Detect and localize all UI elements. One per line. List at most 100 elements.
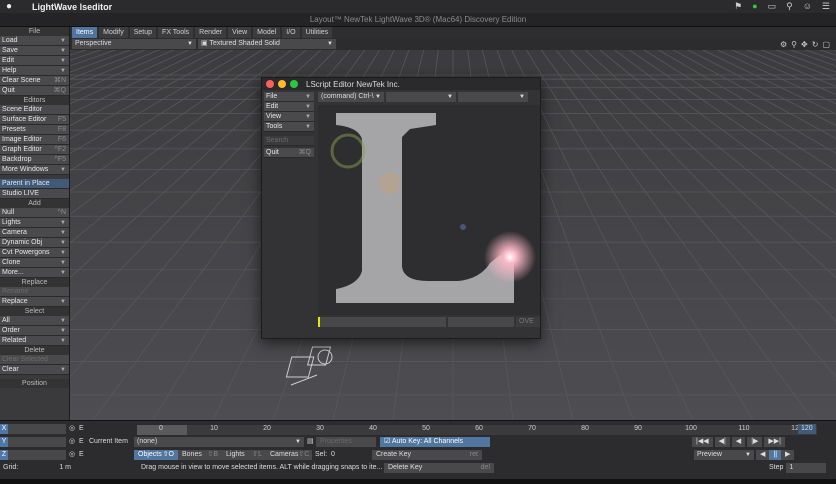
x-envelope-button[interactable]: E [76, 424, 86, 434]
clear-scene-button[interactable]: Clear Scene ⌘N [0, 76, 69, 86]
z-position-field[interactable] [8, 449, 66, 460]
add-button[interactable]: Null ^N [0, 208, 69, 218]
tab-io[interactable]: I/O [282, 27, 300, 38]
window-icon[interactable]: ▭ [768, 1, 777, 12]
lscript-menu-item[interactable]: Edit ▼ [264, 102, 314, 112]
z-envelope-button[interactable]: E [76, 450, 86, 460]
rotate-icon[interactable]: ↻ [812, 40, 819, 49]
studio-live-button[interactable]: Studio LIVE [0, 189, 69, 199]
tab-modify[interactable]: Modify [99, 27, 128, 38]
next-key-icon[interactable]: |▶ [747, 436, 763, 447]
zoom-window-icon[interactable] [290, 80, 298, 88]
create-key-button[interactable]: Create Key ret [372, 449, 482, 460]
current-item-select[interactable]: (none) ▼ [134, 436, 304, 447]
lscript-dropdown-2[interactable]: ▼ [386, 92, 456, 102]
objects-mode-button[interactable]: Objects ⇧O [134, 449, 178, 460]
add-button[interactable]: Clone ▼ [0, 258, 69, 268]
tab-setup[interactable]: Setup [129, 27, 157, 38]
lscript-menu-item[interactable]: View ▼ [264, 112, 314, 122]
zoom-icon[interactable]: ⚲ [791, 40, 797, 49]
add-button[interactable]: Lights ▼ [0, 218, 69, 228]
select-menu-button[interactable]: Related ▼ [0, 336, 69, 346]
add-button[interactable]: More... ▼ [0, 268, 69, 278]
editor-button[interactable]: Image Editor F6 [0, 135, 69, 145]
rename-button[interactable]: Rename [0, 287, 69, 297]
preview-select[interactable]: Preview ▼ [694, 449, 754, 460]
select-menu-button[interactable]: All ▼ [0, 316, 69, 326]
lscript-search-field[interactable]: Search [264, 136, 314, 146]
apple-icon[interactable]: ● [6, 1, 16, 12]
shading-select[interactable]: ▣ Textured Shaded Solid ▼ [198, 39, 336, 49]
circle-status-icon[interactable]: ● [752, 1, 757, 12]
lscript-command-input[interactable] [318, 317, 446, 327]
last-frame-icon[interactable]: ▶▶| [764, 436, 785, 447]
x-lock-icon[interactable]: ◎ [66, 424, 76, 434]
minimize-icon[interactable] [278, 80, 286, 88]
list-icon[interactable]: ☰ [822, 1, 830, 12]
more-windows-button[interactable]: More Windows ▼ [0, 165, 69, 175]
add-button[interactable]: Cvt Powergons ▼ [0, 248, 69, 258]
auto-key-checkbox[interactable]: ☑ [384, 438, 392, 445]
editor-button[interactable]: Graph Editor ^F2 [0, 145, 69, 155]
tab-render[interactable]: Render [195, 27, 227, 38]
item-icon[interactable]: ▤ [304, 437, 316, 447]
lscript-dropdown-3[interactable]: ▼ [458, 92, 528, 102]
select-label: Related [2, 337, 27, 344]
tab-fxtools[interactable]: FX Tools [158, 27, 194, 38]
file-menu-edit[interactable]: Edit ▼ [0, 56, 69, 66]
move-icon[interactable]: ✥ [801, 40, 808, 49]
lscript-menu-item[interactable]: Tools ▼ [264, 122, 314, 132]
first-frame-icon[interactable]: |◀◀ [692, 436, 713, 447]
auto-key-select[interactable]: ☑ Auto Key: All Channels [380, 436, 490, 447]
y-position-field[interactable] [8, 436, 66, 447]
tab-view[interactable]: View [228, 27, 252, 38]
editor-button[interactable]: Backdrop ^F5 [0, 155, 69, 165]
play-icon[interactable]: ▶ [781, 449, 795, 460]
prev-key-icon[interactable]: ◀| [714, 436, 730, 447]
pause-icon[interactable]: || [769, 449, 782, 460]
parent-in-place-toggle[interactable]: Parent in Place [0, 179, 69, 189]
delete-key-button[interactable]: Delete Key del [384, 462, 494, 473]
lights-mode-button[interactable]: Lights ⇧L [222, 449, 266, 460]
play-back-icon[interactable]: ◀ [731, 436, 746, 447]
end-frame-field[interactable]: 120 [798, 423, 816, 434]
z-lock-icon[interactable]: ◎ [66, 450, 76, 460]
tab-model[interactable]: Model [253, 27, 281, 38]
tab-items[interactable]: Items [72, 27, 98, 38]
file-menu-help[interactable]: Help ▼ [0, 66, 69, 76]
lscript-quit-button[interactable]: Quit ⌘Q [264, 148, 314, 158]
view-mode-select[interactable]: Perspective ▼ [72, 39, 196, 49]
gear-icon[interactable]: ⚙ [780, 40, 787, 49]
app-name[interactable]: LightWave lseditor [32, 2, 112, 12]
replace-button[interactable]: Replace ▼ [0, 297, 69, 307]
file-menu-save[interactable]: Save ▼ [0, 46, 69, 56]
editor-button[interactable]: Scene Editor [0, 105, 69, 115]
x-position-field[interactable] [8, 423, 66, 434]
editor-button[interactable]: Presets F8 [0, 125, 69, 135]
lscript-status-field [448, 317, 514, 327]
maximize-icon[interactable]: ▢ [822, 40, 830, 49]
select-menu-button[interactable]: Order ▼ [0, 326, 69, 336]
command-select[interactable]: (command) Ctrl-\ ▼ [318, 92, 384, 102]
step-back-icon[interactable]: ◀ [756, 449, 770, 460]
bones-mode-button[interactable]: Bones ⇧B [178, 449, 222, 460]
add-button[interactable]: Camera ▼ [0, 228, 69, 238]
editor-button[interactable]: Surface Editor F5 [0, 115, 69, 125]
user-icon[interactable]: ☺ [803, 1, 812, 12]
quit-button[interactable]: Quit ⌘Q [0, 86, 69, 96]
flag-icon[interactable]: ⚑ [734, 1, 742, 12]
clear-button[interactable]: Clear ▼ [0, 365, 69, 375]
search-icon[interactable]: ⚲ [786, 1, 793, 12]
close-icon[interactable] [266, 80, 274, 88]
lscript-menu-item[interactable]: File ▼ [264, 92, 314, 102]
y-lock-icon[interactable]: ◎ [66, 437, 76, 447]
clear-selected-button[interactable]: Clear Selected [0, 355, 69, 365]
properties-button[interactable]: Properties [316, 436, 376, 447]
tab-utilities[interactable]: Utilities [301, 27, 333, 38]
add-button[interactable]: Dynamic Obj ▼ [0, 238, 69, 248]
cameras-mode-button[interactable]: Cameras ⇧C [266, 449, 312, 460]
step-field[interactable]: 1 [786, 462, 827, 473]
frame-ruler[interactable]: 0 10 20 30 40 50 60 70 80 90 100 110 120 [137, 425, 817, 435]
file-menu-load[interactable]: Load ▼ [0, 36, 69, 46]
y-envelope-button[interactable]: E [76, 437, 86, 447]
